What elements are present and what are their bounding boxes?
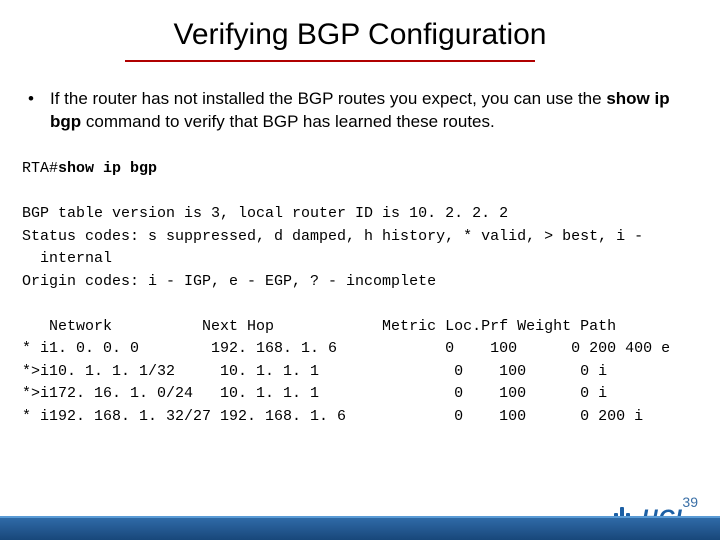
bullet-marker: •: [28, 88, 50, 134]
bullet-block: • If the router has not installed the BG…: [28, 88, 692, 134]
cli-command: show ip bgp: [58, 160, 157, 177]
bullet-row: • If the router has not installed the BG…: [28, 88, 692, 134]
cli-table-row: * i1. 0. 0. 0 192. 168. 1. 6 0 100 0 200…: [22, 340, 670, 357]
cli-table-row: *>i10. 1. 1. 1/32 10. 1. 1. 1 0 100 0 i: [22, 363, 607, 380]
bullet-text: If the router has not installed the BGP …: [50, 88, 692, 134]
bullet-post: command to verify that BGP has learned t…: [81, 112, 495, 131]
cli-version-line: BGP table version is 3, local router ID …: [22, 205, 508, 222]
title-underline: [125, 60, 535, 62]
footer-bar: [0, 518, 720, 540]
cli-output: RTA#show ip bgp BGP table version is 3, …: [22, 158, 698, 428]
slide: Verifying BGP Configuration • If the rou…: [0, 0, 720, 540]
cli-origin-line: Origin codes: i - IGP, e - EGP, ? - inco…: [22, 273, 436, 290]
cli-prompt: RTA#: [22, 160, 58, 177]
cli-status-line: Status codes: s suppressed, d damped, h …: [22, 228, 643, 268]
cli-table-header: Network Next Hop Metric Loc.Prf Weight P…: [22, 318, 616, 335]
slide-title: Verifying BGP Configuration: [0, 18, 720, 52]
cli-command-line: RTA#show ip bgp: [22, 160, 157, 177]
bullet-pre: If the router has not installed the BGP …: [50, 89, 606, 108]
cli-table-row: * i192. 168. 1. 32/27 192. 168. 1. 6 0 1…: [22, 408, 643, 425]
cli-table-row: *>i172. 16. 1. 0/24 10. 1. 1. 1 0 100 0 …: [22, 385, 607, 402]
